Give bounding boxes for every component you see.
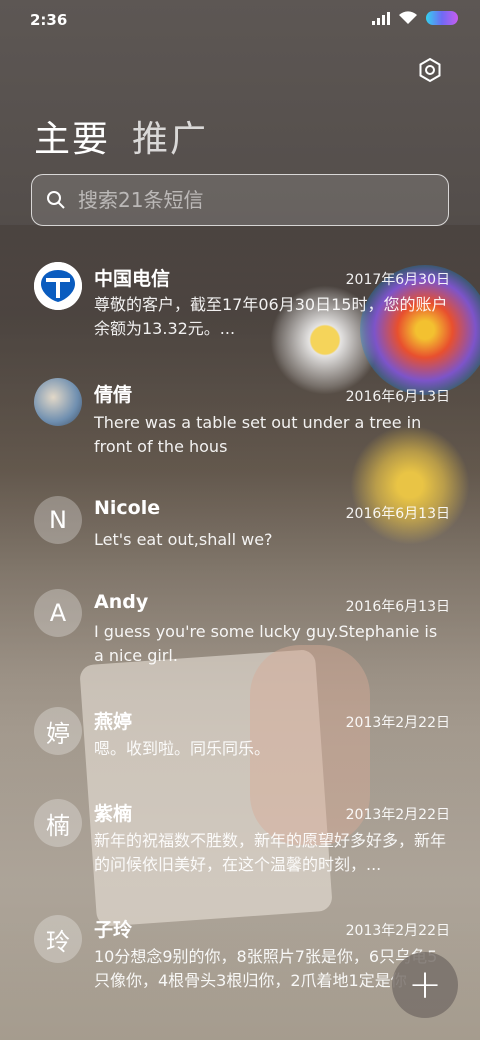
thread-item[interactable]: 楠 紫楠 2013年2月22日 新年的祝福数不胜数，新年的愿望好多好多，新年的问… — [0, 795, 480, 905]
search-input[interactable] — [78, 188, 418, 212]
avatar — [34, 378, 82, 426]
avatar: A — [34, 589, 82, 637]
thread-name: 燕婷 — [94, 711, 133, 733]
battery-icon — [426, 11, 458, 25]
thread-date: 2013年2月22日 — [345, 923, 450, 939]
thread-name: 倩倩 — [94, 384, 133, 406]
avatar: 婷 — [34, 707, 82, 755]
thread-snippet: There was a table set out under a tree i… — [94, 413, 422, 456]
settings-button[interactable] — [414, 54, 446, 86]
tab-bar: 主要 推广 — [34, 110, 208, 162]
signal-icon — [372, 11, 390, 25]
thread-item[interactable]: 倩倩 2016年6月13日 There was a table set out … — [0, 376, 480, 486]
thread-name: 紫楠 — [94, 803, 133, 825]
avatar: 楠 — [34, 799, 82, 847]
thread-date: 2013年2月22日 — [345, 807, 450, 823]
tab-promotions[interactable]: 推广 — [132, 110, 208, 162]
thread-date: 2017年6月30日 — [345, 272, 450, 288]
gear-icon — [419, 57, 441, 83]
thread-date: 2016年6月13日 — [345, 506, 450, 522]
compose-button[interactable]: + — [392, 952, 458, 1018]
search-bar[interactable] — [31, 174, 449, 226]
thread-snippet: 新年的祝福数不胜数，新年的愿望好多好多，新年的问候依旧美好，在这个温馨的时刻，.… — [94, 831, 447, 874]
thread-snippet: 嗯。收到啦。同乐同乐。 — [94, 739, 271, 758]
thread-date: 2013年2月22日 — [345, 715, 450, 731]
avatar: N — [34, 496, 82, 544]
search-icon — [47, 191, 65, 209]
thread-item[interactable]: 中国电信 2017年6月30日 尊敬的客户，截至17年06月30日15时，您的账… — [0, 260, 480, 370]
plus-icon: + — [408, 962, 442, 1008]
avatar: 玲 — [34, 915, 82, 963]
thread-item[interactable]: A Andy 2016年6月13日 I guess you're some lu… — [0, 587, 480, 697]
status-time: 2:36 — [30, 11, 68, 29]
thread-name: 中国电信 — [94, 268, 171, 290]
thread-name: Nicole — [94, 497, 161, 519]
thread-date: 2016年6月13日 — [345, 389, 450, 405]
wifi-icon — [399, 11, 417, 24]
thread-snippet: Let's eat out,shall we? — [94, 530, 273, 549]
telecom-logo-icon — [34, 262, 82, 310]
thread-name: 子玲 — [94, 919, 133, 941]
thread-date: 2016年6月13日 — [345, 599, 450, 615]
status-bar: 2:36 — [0, 0, 480, 40]
thread-name: Andy — [94, 591, 149, 613]
thread-snippet: I guess you're some lucky guy.Stephanie … — [94, 622, 438, 665]
tab-primary[interactable]: 主要 — [34, 110, 110, 162]
thread-snippet: 尊敬的客户，截至17年06月30日15时，您的账户余额为13.32元。... — [94, 295, 448, 338]
